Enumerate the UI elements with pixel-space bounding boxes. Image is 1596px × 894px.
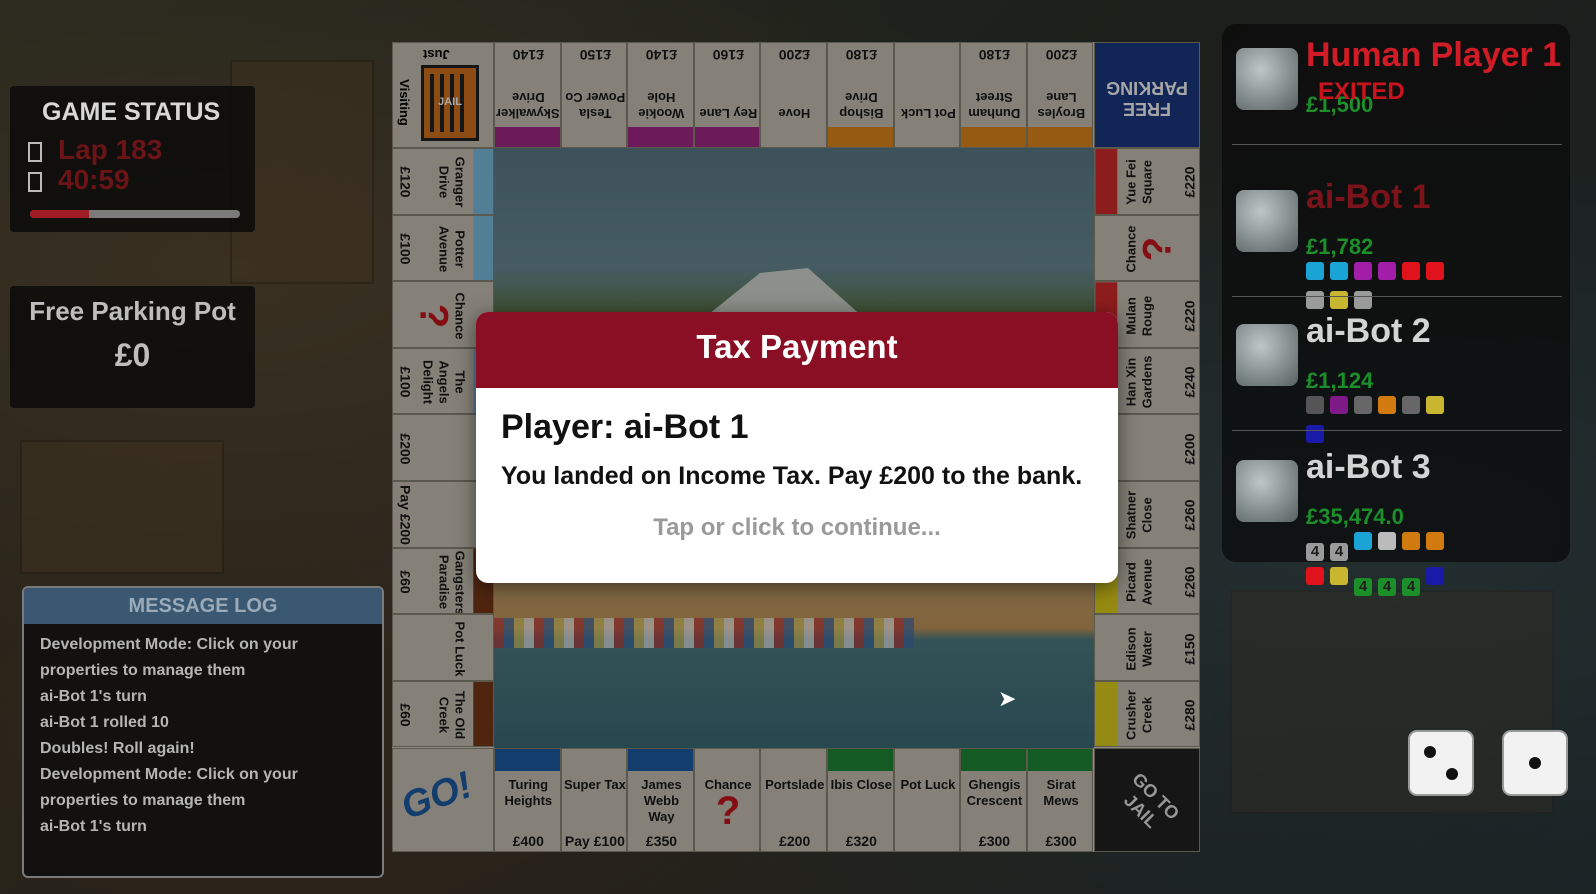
free-parking-pot-title: Free Parking Pot (29, 296, 236, 326)
owned-property-swatch[interactable] (1402, 262, 1420, 280)
player-card[interactable]: ai-Bot 3 £35,474.0 4 44 4 4 (1222, 436, 1570, 596)
log-line: Doubles! Roll again! (40, 740, 195, 757)
die-2[interactable] (1502, 730, 1568, 796)
player-exited-badge: EXITED (1318, 78, 1405, 105)
owned-property-swatch[interactable] (1330, 262, 1348, 280)
player-token-icon (1236, 324, 1298, 386)
player-divider (1232, 144, 1562, 145)
lap-icon (28, 141, 42, 162)
player-properties: 4 44 4 4 (1306, 532, 1466, 602)
owned-property-swatch[interactable] (1378, 262, 1396, 280)
message-log-title: MESSAGE LOG (24, 588, 382, 624)
game-timer: 40:59 (58, 164, 130, 195)
player-divider (1232, 296, 1562, 297)
die-1[interactable] (1408, 730, 1474, 796)
owned-property-swatch[interactable] (1306, 262, 1324, 280)
owned-property-swatch[interactable] (1354, 532, 1372, 550)
game-progress-fill (30, 210, 89, 218)
log-line: ai-Bot 1's turn (40, 818, 147, 835)
log-line: ai-Bot 1's turn (40, 688, 147, 705)
log-line: Development Mode: Click on your (40, 636, 298, 653)
player-card[interactable]: ai-Bot 1 £1,782 (1222, 166, 1570, 309)
owned-property-swatch[interactable]: 4 (1354, 578, 1372, 596)
clock-icon (28, 171, 42, 192)
player-token-icon (1236, 48, 1298, 110)
owned-property-swatch[interactable] (1402, 396, 1420, 414)
owned-property-swatch[interactable] (1426, 567, 1444, 585)
owned-property-swatch[interactable]: 4 (1378, 578, 1396, 596)
game-status-panel: GAME STATUS Lap 183 40:59 (10, 86, 255, 232)
die-pip (1529, 757, 1541, 769)
player-name: Human Player 1 (1306, 36, 1562, 74)
player-money: £35,474.0 (1306, 504, 1404, 529)
owned-property-swatch[interactable] (1330, 396, 1348, 414)
modal-message: You landed on Income Tax. Pay £200 to th… (501, 462, 1083, 490)
owned-property-swatch[interactable] (1306, 396, 1324, 414)
game-status-title: GAME STATUS (42, 98, 221, 126)
free-parking-pot-value: £0 (114, 337, 151, 373)
owned-property-swatch[interactable] (1306, 567, 1324, 585)
owned-property-swatch[interactable] (1402, 532, 1420, 550)
player-name: ai-Bot 2 (1306, 312, 1431, 350)
player-money: £1,124 (1306, 368, 1374, 393)
game-progress-bar (30, 210, 240, 218)
modal-player: Player: ai-Bot 1 (501, 408, 749, 446)
log-line: ai-Bot 1 rolled 10 (40, 714, 169, 731)
players-panel: Human Player 1 £1,500 EXITED ai-Bot 1 £1,782… (1222, 24, 1570, 596)
owned-property-swatch[interactable]: 4 (1306, 543, 1324, 561)
tax-payment-modal[interactable]: Tax Payment Player: ai-Bot 1 You landed … (476, 312, 1118, 583)
log-line: properties to manage them (40, 792, 246, 809)
owned-property-swatch[interactable] (1330, 567, 1348, 585)
owned-property-swatch[interactable]: 4 (1330, 543, 1348, 561)
owned-property-swatch[interactable] (1426, 396, 1444, 414)
message-log-list: Development Mode: Click on your propertie… (24, 624, 382, 840)
player-divider (1232, 430, 1562, 431)
modal-title: Tax Payment (476, 312, 1118, 388)
free-parking-pot-panel: Free Parking Pot £0 (10, 286, 255, 408)
lap-counter: Lap 183 (58, 134, 163, 165)
log-line: Development Mode: Click on your (40, 766, 298, 783)
player-token-icon (1236, 460, 1298, 522)
lap-row: Lap 183 (28, 134, 162, 166)
owned-property-swatch[interactable] (1354, 396, 1372, 414)
player-card[interactable]: ai-Bot 2 £1,124 (1222, 300, 1570, 443)
die-pip (1424, 746, 1436, 758)
owned-property-swatch[interactable] (1354, 262, 1372, 280)
player-money: £1,782 (1306, 234, 1374, 259)
owned-property-swatch[interactable] (1426, 532, 1444, 550)
player-name: ai-Bot 3 (1306, 448, 1431, 486)
owned-property-swatch[interactable] (1378, 396, 1396, 414)
owned-property-swatch[interactable]: 4 (1402, 578, 1420, 596)
die-pip (1446, 768, 1458, 780)
continue-prompt[interactable]: Tap or click to continue... (476, 514, 1118, 542)
player-card[interactable]: Human Player 1 £1,500 EXITED (1222, 24, 1570, 154)
time-row: 40:59 (28, 164, 130, 196)
message-log-panel[interactable]: MESSAGE LOG Development Mode: Click on y… (22, 586, 384, 878)
player-name: ai-Bot 1 (1306, 178, 1431, 216)
owned-property-swatch[interactable] (1426, 262, 1444, 280)
owned-property-swatch[interactable] (1378, 532, 1396, 550)
mouse-cursor-icon: ➤ (998, 686, 1017, 711)
player-token-icon (1236, 190, 1298, 252)
log-line: properties to manage them (40, 662, 246, 679)
